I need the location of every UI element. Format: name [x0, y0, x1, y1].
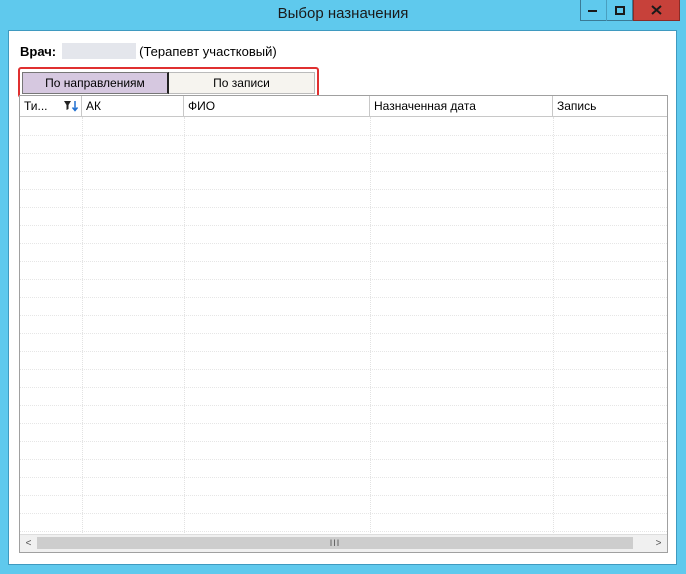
scroll-grip-icon: III — [329, 538, 341, 548]
grid-row-line — [20, 297, 667, 298]
grid-row-line — [20, 405, 667, 406]
grid-row-line — [20, 369, 667, 370]
maximize-icon — [614, 5, 625, 15]
minimize-icon — [588, 9, 597, 12]
doctor-info: Врач: (Терапевт участковый) — [20, 43, 277, 59]
grid-row-line — [20, 477, 667, 478]
grid-row-line — [20, 387, 667, 388]
grid-row-line — [20, 153, 667, 154]
doctor-name-redacted — [62, 43, 137, 59]
maximize-button[interactable] — [606, 0, 633, 21]
tab-group-highlight: По направлениям По записи — [18, 67, 319, 98]
table-header: Ти... АК ФИО Назначенная дата Запись — [20, 96, 667, 117]
scroll-right-button[interactable]: > — [650, 535, 667, 552]
column-header-assigned-date[interactable]: Назначенная дата — [370, 96, 553, 116]
column-header-fio[interactable]: ФИО — [184, 96, 370, 116]
grid-row-line — [20, 495, 667, 496]
scroll-left-button[interactable]: < — [20, 535, 37, 552]
grid-column-line — [370, 117, 371, 533]
grid-column-line — [553, 117, 554, 533]
grid-row-line — [20, 261, 667, 262]
grid-row-line — [20, 315, 667, 316]
horizontal-scrollbar[interactable]: < III > — [20, 534, 667, 552]
grid-column-line — [82, 117, 83, 533]
app-window: Выбор назначения Врач: (Терапевт участко… — [0, 0, 686, 574]
grid-row-line — [20, 171, 667, 172]
tab-by-referrals[interactable]: По направлениям — [22, 72, 169, 94]
minimize-button[interactable] — [580, 0, 606, 21]
grid-row-line — [20, 225, 667, 226]
doctor-label: Врач: — [20, 43, 57, 59]
grid-row-line — [20, 459, 667, 460]
column-header-appointment[interactable]: Запись — [553, 96, 667, 116]
filter-sort-icon[interactable] — [64, 100, 78, 112]
column-header-type[interactable]: Ти... — [20, 96, 82, 116]
doctor-specialty: (Терапевт участковый) — [139, 43, 277, 59]
grid-row-line — [20, 531, 667, 532]
grid-row-line — [20, 243, 667, 244]
column-header-label: Ти... — [24, 99, 48, 113]
grid-row-line — [20, 135, 667, 136]
appointments-table[interactable]: Ти... АК ФИО Назначенная дата Запись < I… — [19, 95, 668, 553]
table-body — [20, 117, 667, 533]
tab-by-appointment[interactable]: По записи — [169, 72, 315, 94]
column-header-ak[interactable]: АК — [82, 96, 184, 116]
close-icon — [651, 5, 662, 15]
dialog-content: Врач: (Терапевт участковый) По направлен… — [8, 30, 677, 565]
grid-row-line — [20, 333, 667, 334]
scroll-thumb[interactable]: III — [37, 537, 633, 549]
grid-row-line — [20, 441, 667, 442]
grid-row-line — [20, 279, 667, 280]
grid-column-line — [184, 117, 185, 533]
grid-row-line — [20, 189, 667, 190]
grid-row-line — [20, 207, 667, 208]
close-button[interactable] — [633, 0, 680, 21]
grid-row-line — [20, 351, 667, 352]
title-bar[interactable]: Выбор назначения — [0, 0, 686, 30]
grid-row-line — [20, 423, 667, 424]
grid-row-line — [20, 513, 667, 514]
